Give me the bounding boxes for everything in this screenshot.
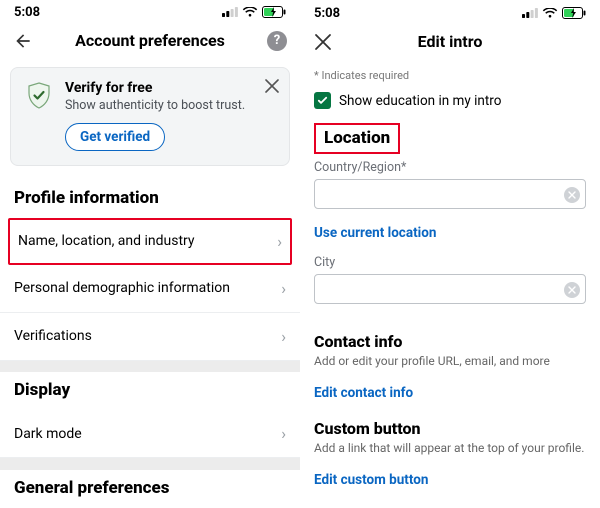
show-education-toggle[interactable]: Show education in my intro xyxy=(300,86,600,123)
battery-icon xyxy=(562,7,586,19)
back-button[interactable] xyxy=(12,31,34,51)
city-label: City xyxy=(300,253,600,272)
country-region-input[interactable] xyxy=(314,179,586,209)
clear-input-button[interactable] xyxy=(564,282,580,298)
signal-icon xyxy=(222,7,238,17)
edit-contact-info-link[interactable]: Edit contact info xyxy=(300,373,600,413)
page-title: Edit intro xyxy=(334,32,566,51)
help-icon: ? xyxy=(267,31,287,51)
status-bar: 5:08 xyxy=(0,0,300,25)
nav-bar: Account preferences ? xyxy=(0,25,300,61)
chevron-right-icon: › xyxy=(277,232,282,251)
custom-button-heading: Custom button xyxy=(300,413,600,438)
help-button[interactable]: ? xyxy=(266,31,288,51)
country-region-field-wrap xyxy=(300,177,600,213)
show-education-label: Show education in my intro xyxy=(339,93,501,109)
signal-icon xyxy=(522,8,538,18)
page-title: Account preferences xyxy=(34,31,266,50)
status-indicators xyxy=(522,7,586,19)
use-current-location-link[interactable]: Use current location xyxy=(300,213,600,253)
account-preferences-pane: 5:08 Account preferences ? Verify for fr… xyxy=(0,0,300,508)
profile-information-heading: Profile information xyxy=(0,180,300,218)
battery-icon xyxy=(262,6,286,18)
country-region-label: Country/Region* xyxy=(300,158,600,177)
custom-button-desc: Add a link that will appear at the top o… xyxy=(300,438,600,460)
dark-mode-row[interactable]: Dark mode › xyxy=(0,410,300,458)
status-time: 5:08 xyxy=(314,6,340,21)
shield-check-icon xyxy=(23,80,55,112)
row-label: Verifications xyxy=(14,328,92,344)
close-icon xyxy=(265,79,279,93)
verify-subtitle: Show authenticity to boost trust. xyxy=(65,98,245,113)
clear-input-button[interactable] xyxy=(564,187,580,203)
chevron-right-icon: › xyxy=(281,327,286,346)
contact-info-heading: Contact info xyxy=(300,326,600,351)
name-location-industry-row[interactable]: Name, location, and industry › xyxy=(8,218,292,265)
display-heading: Display xyxy=(0,372,300,410)
contact-info-desc: Add or edit your profile URL, email, and… xyxy=(300,351,600,373)
close-icon xyxy=(314,33,332,51)
location-heading-wrap: Location xyxy=(300,123,600,158)
chevron-right-icon: › xyxy=(281,424,286,443)
verify-card-body: Verify for free Show authenticity to boo… xyxy=(65,80,245,151)
status-bar: 5:08 xyxy=(300,0,600,26)
chevron-right-icon: › xyxy=(281,279,286,298)
demographic-info-row[interactable]: Personal demographic information › xyxy=(0,265,300,313)
close-button[interactable] xyxy=(312,33,334,51)
status-time: 5:08 xyxy=(14,5,40,20)
row-label: Personal demographic information xyxy=(14,280,230,296)
spacer xyxy=(300,308,600,326)
clear-icon xyxy=(568,286,576,294)
city-field-wrap xyxy=(300,272,600,308)
location-heading: Location xyxy=(314,123,400,154)
checkbox-checked-icon xyxy=(314,92,331,109)
section-divider xyxy=(0,458,300,470)
back-arrow-icon xyxy=(13,31,33,51)
status-indicators xyxy=(222,6,286,18)
edit-intro-pane: 5:08 Edit intro * Indicates required Sho… xyxy=(300,0,600,508)
verify-card: Verify for free Show authenticity to boo… xyxy=(10,67,290,166)
nav-bar: Edit intro xyxy=(300,26,600,61)
wifi-icon xyxy=(542,8,558,19)
verifications-row[interactable]: Verifications › xyxy=(0,313,300,361)
city-input[interactable] xyxy=(314,274,586,304)
verify-title: Verify for free xyxy=(65,80,245,96)
clear-icon xyxy=(568,191,576,199)
edit-custom-button-link[interactable]: Edit custom button xyxy=(300,460,600,500)
required-note: * Indicates required xyxy=(300,61,600,86)
section-divider xyxy=(0,361,300,373)
verify-close-button[interactable] xyxy=(265,78,279,97)
general-preferences-heading: General preferences xyxy=(0,470,300,508)
row-label: Dark mode xyxy=(14,426,82,442)
get-verified-button[interactable]: Get verified xyxy=(65,123,165,151)
row-label: Name, location, and industry xyxy=(18,233,195,249)
wifi-icon xyxy=(242,7,258,18)
